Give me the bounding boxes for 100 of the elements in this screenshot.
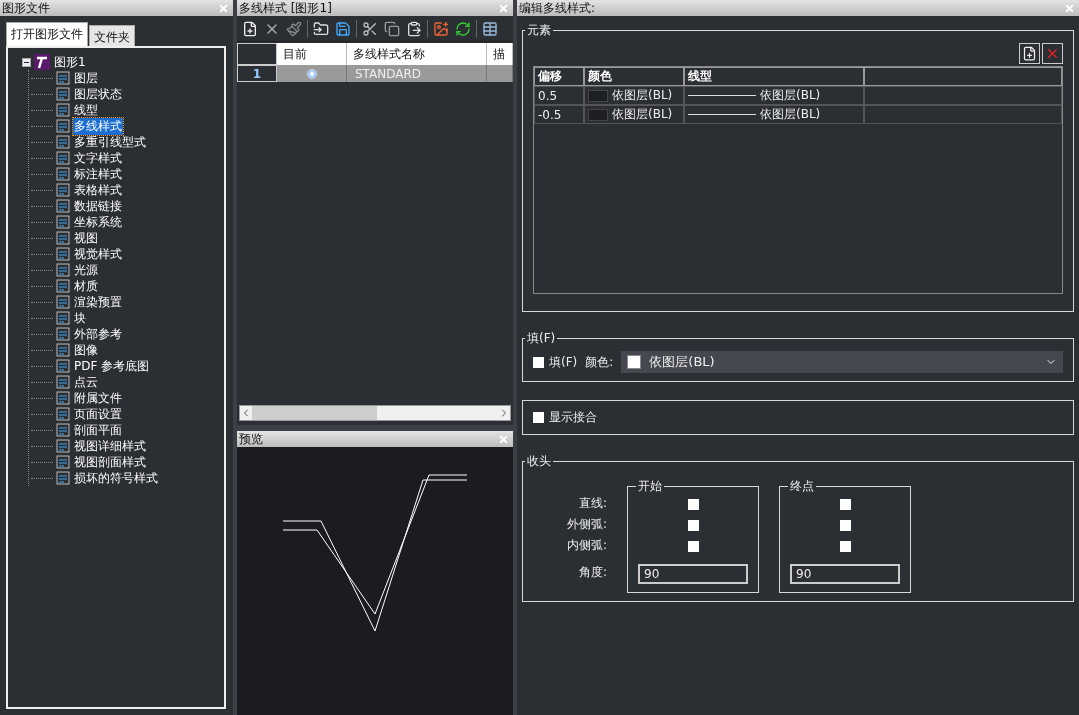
row-header[interactable]: 1 bbox=[237, 65, 277, 82]
tree-item[interactable]: 标注样式 bbox=[73, 165, 123, 183]
horizontal-scrollbar[interactable] bbox=[239, 405, 511, 422]
paste-icon[interactable] bbox=[405, 19, 423, 38]
row-label: 直线: bbox=[578, 496, 607, 510]
style-icon bbox=[56, 423, 70, 437]
column-header[interactable]: 偏移 bbox=[534, 67, 584, 86]
tree-item[interactable]: 渲染预置 bbox=[73, 293, 123, 311]
delete-button[interactable] bbox=[1042, 43, 1063, 64]
tree-item[interactable]: 坐标系统 bbox=[73, 213, 123, 231]
table-icon[interactable] bbox=[481, 19, 499, 38]
style-icon bbox=[56, 327, 70, 341]
checkbox-label: 填(F) bbox=[549, 353, 578, 371]
style-icon bbox=[56, 151, 70, 165]
tree-item[interactable]: 表格样式 bbox=[73, 181, 123, 199]
angle-input[interactable]: 90 bbox=[638, 564, 748, 584]
checkbox[interactable] bbox=[687, 520, 699, 531]
tree-item[interactable]: 外部参考 bbox=[73, 325, 123, 343]
checkbox[interactable] bbox=[839, 541, 851, 552]
copy-icon[interactable] bbox=[383, 19, 401, 38]
panel-title: 多线样式 [图形1] bbox=[239, 0, 332, 17]
group-title: 元素 bbox=[526, 22, 552, 39]
color-text: 依图层(BL) bbox=[612, 87, 673, 104]
tree-item[interactable]: 文字样式 bbox=[73, 149, 123, 167]
tree-item[interactable]: 图像 bbox=[73, 341, 99, 359]
style-icon bbox=[56, 375, 70, 389]
tree-item[interactable]: 视图 bbox=[73, 229, 99, 247]
checkbox[interactable] bbox=[533, 412, 544, 423]
tree-item[interactable]: 块 bbox=[73, 309, 87, 327]
style-icon bbox=[56, 407, 70, 421]
row-label: 外侧弧: bbox=[566, 517, 607, 531]
scroll-thumb[interactable] bbox=[252, 406, 377, 421]
style-icon bbox=[56, 311, 70, 325]
column-header[interactable]: 目前 bbox=[277, 43, 347, 65]
tree-item[interactable]: PDF 参考底图 bbox=[73, 357, 151, 375]
refresh-icon[interactable] bbox=[454, 19, 472, 38]
color-dropdown[interactable]: 依图层(BL) bbox=[621, 351, 1063, 373]
style-icon bbox=[56, 343, 70, 357]
style-icon bbox=[56, 71, 70, 85]
expander-button[interactable] bbox=[22, 57, 31, 67]
table-cell: STANDARD bbox=[347, 65, 487, 82]
style-icon bbox=[56, 247, 70, 261]
tree-item[interactable]: 图层状态 bbox=[73, 85, 123, 103]
checkbox[interactable] bbox=[533, 356, 544, 368]
checkbox[interactable] bbox=[839, 520, 851, 531]
close-icon bbox=[1045, 46, 1060, 61]
checkbox-label: 显示接合 bbox=[549, 409, 597, 426]
tree-item[interactable]: 点云 bbox=[73, 373, 99, 391]
tree-item[interactable]: 多线样式 bbox=[73, 117, 123, 135]
row-label: 内侧弧: bbox=[566, 538, 607, 552]
tree-item[interactable]: 视觉样式 bbox=[73, 245, 123, 263]
tab[interactable]: 文件夹 bbox=[89, 25, 135, 46]
line-sample bbox=[688, 114, 756, 115]
tree-item[interactable]: 页面设置 bbox=[73, 405, 123, 423]
add-button[interactable] bbox=[1019, 43, 1040, 64]
color-text: 依图层(BL) bbox=[612, 106, 673, 123]
tree-item[interactable]: 损坏的符号样式 bbox=[73, 469, 159, 487]
style-icon bbox=[56, 231, 70, 245]
tree-item[interactable]: 视图详细样式 bbox=[73, 437, 147, 455]
image-icon[interactable] bbox=[432, 19, 450, 38]
column-header[interactable]: 线型 bbox=[684, 67, 864, 86]
tree-item[interactable]: 多重引线型式 bbox=[73, 133, 147, 151]
line-sample bbox=[688, 95, 756, 96]
style-icon bbox=[56, 103, 70, 117]
column-header[interactable]: 描 bbox=[487, 43, 513, 65]
tree-item[interactable]: 线型 bbox=[73, 101, 99, 119]
new-file-icon[interactable] bbox=[241, 19, 259, 38]
folder-icon[interactable] bbox=[312, 19, 330, 38]
tree-item[interactable]: 材质 bbox=[73, 277, 99, 295]
style-icon bbox=[56, 471, 70, 485]
style-icon bbox=[56, 199, 70, 213]
column-header[interactable]: 多线样式名称 bbox=[347, 43, 487, 65]
radio-button[interactable] bbox=[306, 68, 317, 79]
tree-item[interactable]: 光源 bbox=[73, 261, 99, 279]
tree-item[interactable]: 图形1 bbox=[53, 53, 87, 71]
table-cell bbox=[487, 65, 513, 82]
angle-input[interactable]: 90 bbox=[790, 564, 900, 584]
color-swatch bbox=[588, 108, 608, 121]
style-icon bbox=[56, 183, 70, 197]
column-header[interactable] bbox=[864, 67, 1062, 86]
checkbox[interactable] bbox=[839, 499, 851, 510]
brush-icon[interactable] bbox=[285, 19, 303, 38]
checkbox[interactable] bbox=[687, 499, 699, 510]
checkbox[interactable] bbox=[687, 541, 699, 552]
linetype-text: 依图层(BL) bbox=[760, 87, 821, 104]
tree-item[interactable]: 附属文件 bbox=[73, 389, 123, 407]
column-header[interactable]: 颜色 bbox=[584, 67, 684, 86]
style-icon bbox=[56, 279, 70, 293]
style-icon bbox=[56, 359, 70, 373]
tree-item[interactable]: 图层 bbox=[73, 69, 99, 87]
offset-text: -0.5 bbox=[538, 107, 562, 122]
scissors-icon[interactable] bbox=[361, 19, 379, 38]
style-icon bbox=[56, 439, 70, 453]
logo-icon bbox=[34, 54, 50, 70]
save-icon[interactable] bbox=[334, 19, 352, 38]
tree-item[interactable]: 数据链接 bbox=[73, 197, 123, 215]
tree-item[interactable]: 剖面平面 bbox=[73, 421, 123, 439]
group-title: 终点 bbox=[789, 478, 815, 495]
tree-item[interactable]: 视图剖面样式 bbox=[73, 453, 147, 471]
tab[interactable]: 打开图形文件 bbox=[6, 22, 88, 46]
